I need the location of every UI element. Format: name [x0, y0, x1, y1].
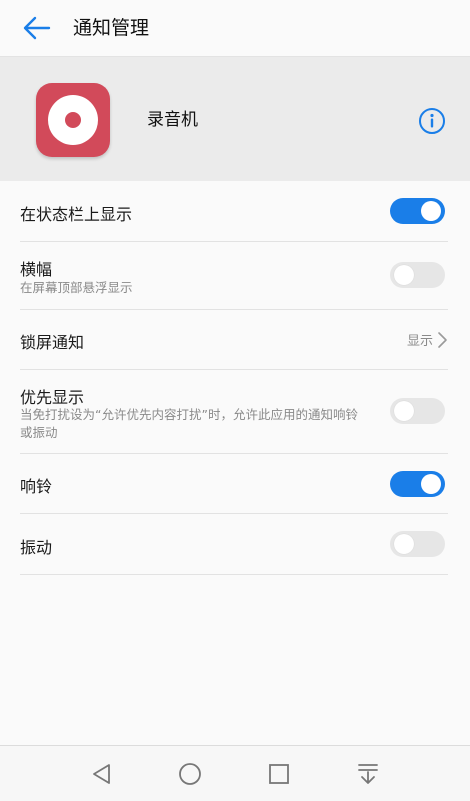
lock-screen-value[interactable]: 显示	[407, 330, 448, 349]
setting-row-lock-screen[interactable]: 锁屏通知 显示	[20, 310, 448, 370]
setting-label: 锁屏通知	[20, 333, 85, 352]
system-nav-bar	[0, 745, 470, 801]
app-card: 录音机	[0, 57, 470, 181]
setting-row-banner[interactable]: 横幅 在屏幕顶部悬浮显示	[20, 242, 448, 310]
app-name: 录音机	[147, 110, 198, 130]
recorder-app-icon	[36, 83, 110, 157]
chevron-right-icon	[438, 331, 447, 348]
setting-row-status-bar[interactable]: 在状态栏上显示	[20, 182, 448, 242]
back-triangle-icon[interactable]	[88, 760, 116, 788]
page-title: 通知管理	[73, 17, 150, 39]
toggle-knob	[421, 474, 441, 494]
setting-row-priority[interactable]: 优先显示 当免打扰设为“允许优先内容打扰”时，允许此应用的通知响铃或振动	[20, 370, 448, 454]
home-circle-icon[interactable]	[176, 760, 204, 788]
banner-toggle[interactable]	[390, 262, 445, 288]
info-icon[interactable]	[418, 107, 446, 135]
setting-label: 在状态栏上显示	[20, 205, 133, 224]
header-bar: 通知管理	[0, 0, 470, 57]
priority-toggle[interactable]	[390, 398, 445, 424]
setting-label: 响铃	[20, 477, 53, 496]
notification-pulldown-icon[interactable]	[354, 760, 382, 788]
setting-row-ring[interactable]: 响铃	[20, 454, 448, 514]
setting-row-vibrate[interactable]: 振动	[20, 514, 448, 575]
toggle-knob	[421, 201, 441, 221]
status-bar-toggle[interactable]	[390, 198, 445, 224]
toggle-knob	[394, 534, 414, 554]
recents-square-icon[interactable]	[265, 760, 293, 788]
setting-label: 横幅	[20, 260, 53, 279]
setting-sublabel: 当免打扰设为“允许优先内容打扰”时，允许此应用的通知响铃或振动	[20, 407, 358, 440]
setting-label: 振动	[20, 538, 53, 557]
back-arrow-icon[interactable]	[22, 14, 52, 42]
app-icon-dot	[65, 112, 81, 128]
setting-label: 优先显示	[20, 388, 85, 407]
lock-screen-value-text: 显示	[406, 334, 433, 349]
setting-sublabel: 在屏幕顶部悬浮显示	[20, 280, 133, 295]
toggle-knob	[394, 265, 414, 285]
vibrate-toggle[interactable]	[390, 531, 445, 557]
ring-toggle[interactable]	[390, 471, 445, 497]
toggle-knob	[394, 401, 414, 421]
